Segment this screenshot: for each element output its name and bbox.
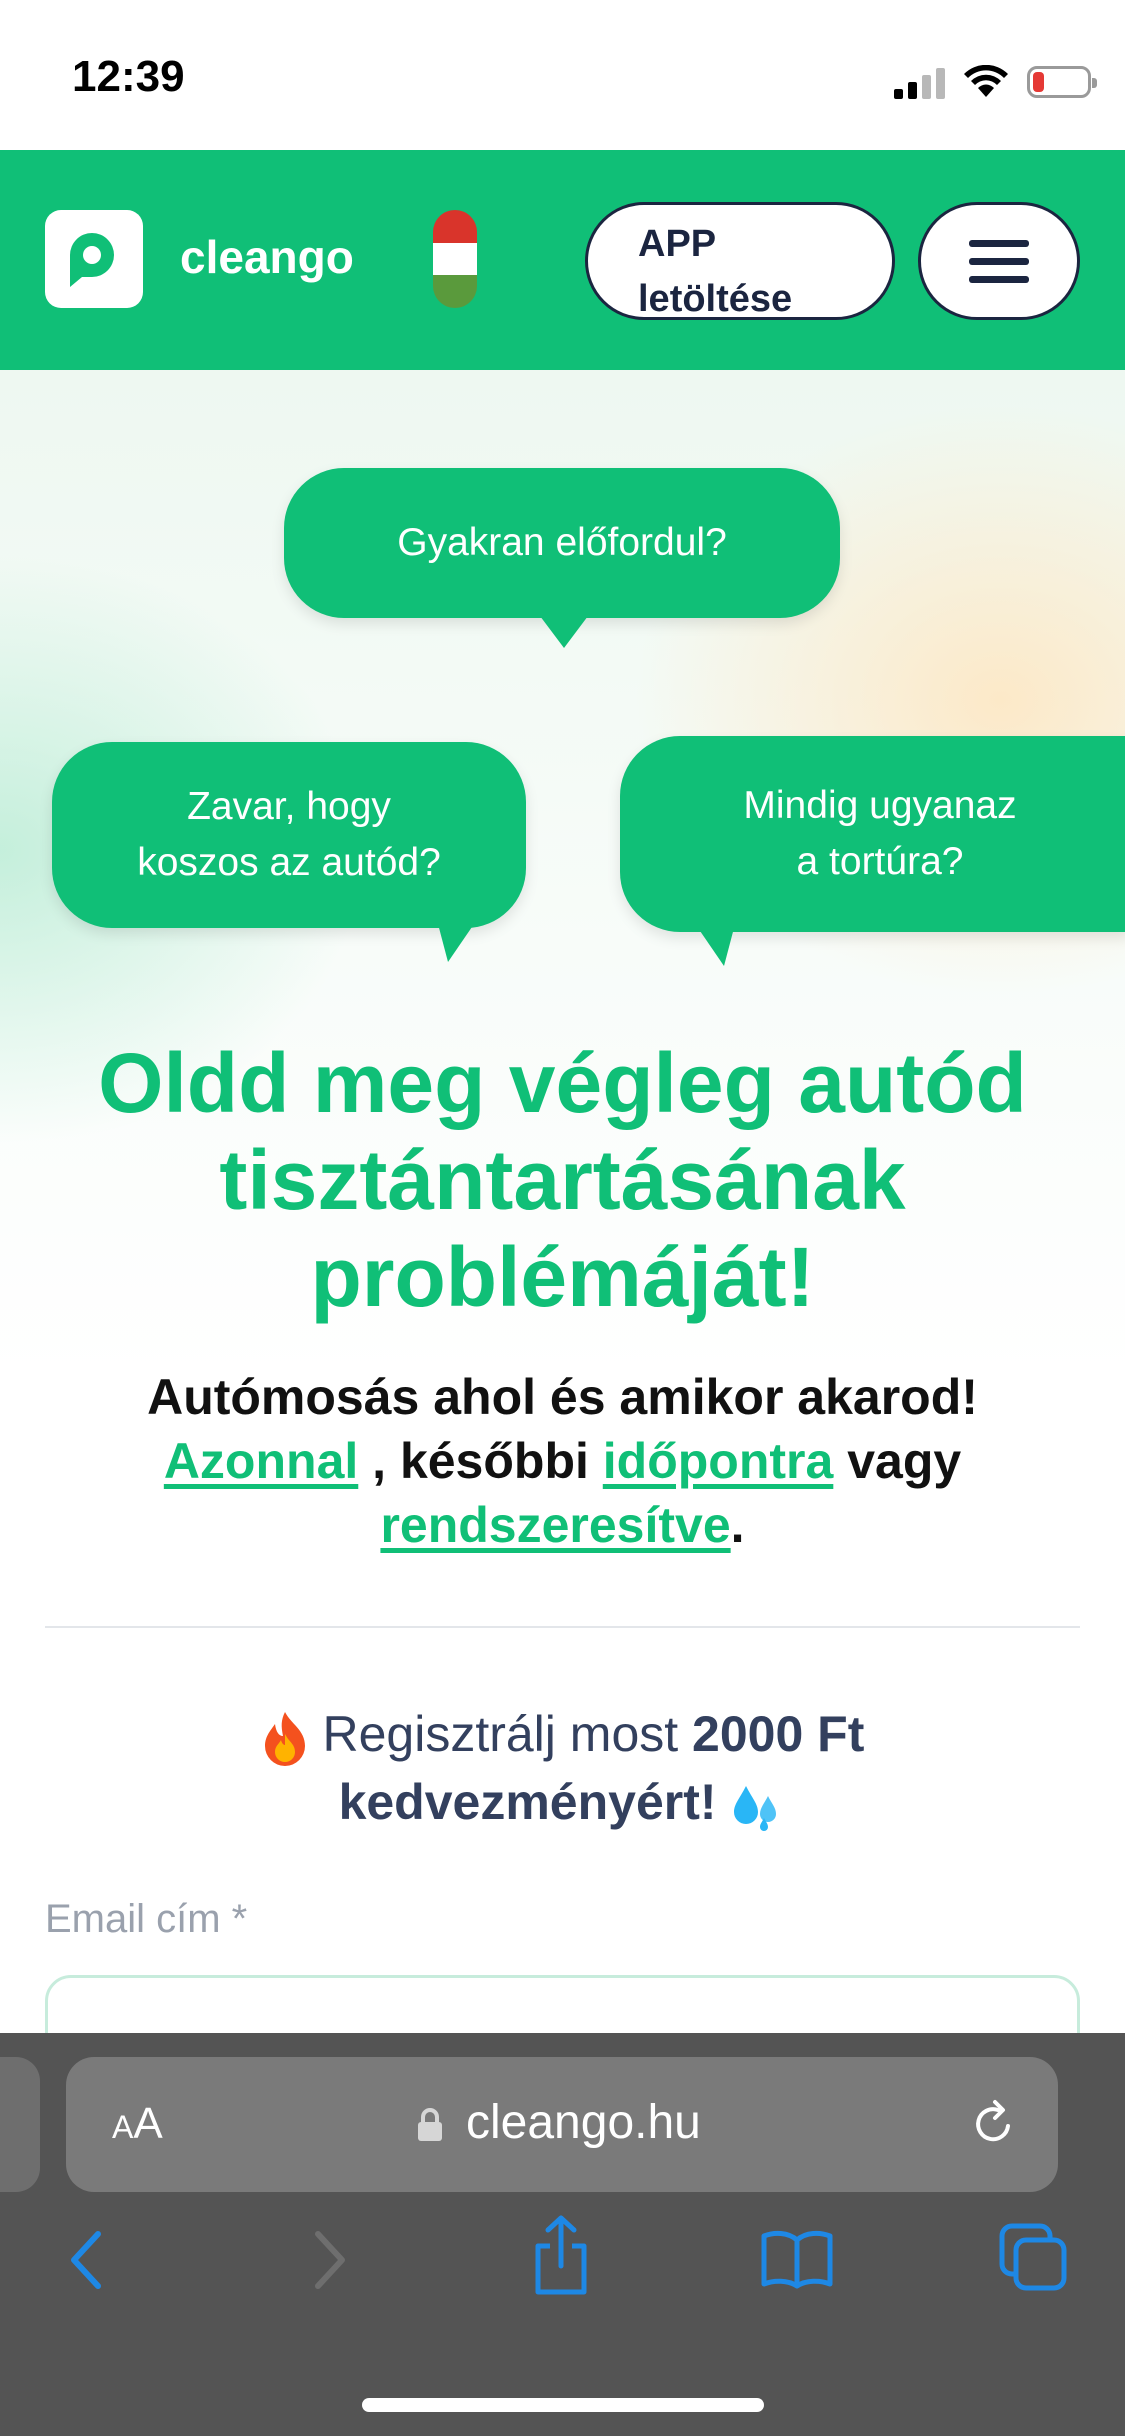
text-period: . xyxy=(730,1497,745,1553)
text-or: vagy xyxy=(833,1433,962,1489)
battery-low-icon xyxy=(1027,66,1097,98)
link-appointment[interactable]: időpontra xyxy=(603,1433,834,1489)
status-icons xyxy=(894,60,1097,104)
water-drops-icon xyxy=(734,1785,777,1831)
speech-bubble-left: Zavar, hogy koszos az autód? xyxy=(52,742,526,962)
bubble-right-line2: a tortúra? xyxy=(796,840,964,883)
share-button[interactable] xyxy=(530,2214,592,2303)
url-text[interactable]: cleango.hu xyxy=(466,2095,701,2150)
hero-title-line3: problémáját! xyxy=(310,1230,815,1324)
hamburger-menu-icon xyxy=(969,239,1029,247)
section-divider xyxy=(45,1626,1080,1628)
forward-button[interactable] xyxy=(310,2228,350,2297)
back-button[interactable] xyxy=(66,2228,106,2297)
back-icon xyxy=(71,2231,101,2289)
bookmarks-icon xyxy=(761,2230,833,2289)
hero-subtitle-line1: Autómosás ahol és amikor akarod! xyxy=(147,1369,978,1425)
promo-discount-text: kedvezményért! xyxy=(338,1774,717,1830)
fire-icon xyxy=(264,1711,305,1766)
brand-name[interactable]: cleango xyxy=(180,230,354,284)
status-bar: 12:39 xyxy=(0,0,1125,150)
home-indicator[interactable] xyxy=(362,2398,764,2412)
forward-icon xyxy=(315,2231,345,2289)
speech-bubble-top: Gyakran előfordul? xyxy=(284,468,840,648)
cleango-logo[interactable] xyxy=(45,210,143,308)
reader-settings-button[interactable]: AA xyxy=(112,2099,163,2149)
signal-icon xyxy=(894,65,945,99)
link-regular[interactable]: rendszeresítve xyxy=(380,1497,730,1553)
browser-nav-row xyxy=(0,2215,1125,2318)
address-bar[interactable]: AA cleango.hu xyxy=(66,2057,1058,2192)
app-button-line1: APP xyxy=(638,223,717,265)
bubble-left-line2: koszos az autód? xyxy=(137,841,441,884)
lock-icon xyxy=(418,2108,442,2141)
promo-text: Regisztrálj most 2000 Ft kedvezményért! xyxy=(60,1700,1065,1836)
share-icon xyxy=(535,2215,587,2295)
app-download-button[interactable]: APP letöltése xyxy=(585,202,895,320)
text-later: , későbbi xyxy=(358,1433,603,1489)
bubble-right-line1: Mindig ugyanaz xyxy=(743,784,1017,827)
email-label: Email cím * xyxy=(45,1897,248,1941)
hamburger-menu-button[interactable] xyxy=(918,202,1080,320)
bubble-left-line1: Zavar, hogy xyxy=(187,785,391,828)
hungary-flag-icon[interactable] xyxy=(433,210,477,308)
hero-title-line1: Oldd meg végleg autód xyxy=(98,1036,1027,1130)
browser-toolbar: AA cleango.hu xyxy=(0,2033,1125,2436)
site-header: cleango APP letöltése xyxy=(0,150,1125,370)
promo-amount: 2000 Ft xyxy=(692,1706,865,1762)
hero-title: Oldd meg végleg autód tisztántartásának … xyxy=(40,1035,1085,1326)
hero-subtitle: Autómosás ahol és amikor akarod! Azonnal… xyxy=(40,1365,1085,1557)
bubble-top-text: Gyakran előfordul? xyxy=(397,521,727,564)
wifi-icon xyxy=(964,65,1008,97)
hero-title-line2: tisztántartásának xyxy=(219,1133,906,1227)
speech-bubble-right: Mindig ugyanaz a tortúra? xyxy=(620,736,1125,966)
tabs-icon xyxy=(999,2223,1067,2291)
reload-icon[interactable] xyxy=(968,2099,1018,2149)
link-now[interactable]: Azonnal xyxy=(164,1433,358,1489)
previous-tab-peek[interactable] xyxy=(0,2057,40,2192)
status-time: 12:39 xyxy=(72,52,185,101)
bookmarks-button[interactable] xyxy=(760,2228,834,2295)
tabs-button[interactable] xyxy=(998,2222,1070,2299)
app-button-line2: letöltése xyxy=(638,278,793,320)
promo-text-before: Regisztrálj most xyxy=(308,1706,693,1762)
hero-section: Gyakran előfordul? Zavar, hogy koszos az… xyxy=(0,370,1125,1430)
